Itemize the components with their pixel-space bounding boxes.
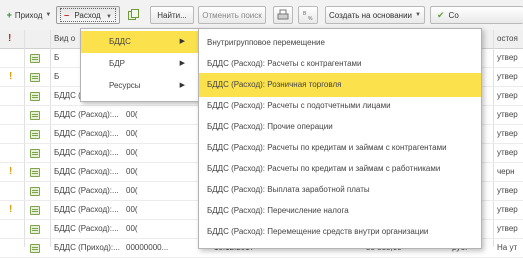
row-status: утвер <box>497 129 518 138</box>
submenu-item-label: БДДС <box>109 37 131 46</box>
header-type[interactable]: Вид о <box>54 30 75 48</box>
row-type: БДДС (Расход):... <box>54 186 119 195</box>
create-based-button[interactable]: Создать на основании ▼ <box>325 6 425 24</box>
row-status: утвер <box>497 91 518 100</box>
create-submenu: БДДС ▶ БДР ▶ Ресурсы ▶ <box>80 28 200 102</box>
row-number: 00( <box>126 224 138 233</box>
filter-button[interactable]: B % <box>298 6 318 24</box>
row-number: 00( <box>126 167 138 176</box>
warning-mark: ! <box>9 204 13 215</box>
submenu-item-3[interactable]: Ресурсы ▶ <box>81 75 199 97</box>
document-icon <box>30 168 40 177</box>
submenu-item-label: БДР <box>109 59 126 68</box>
chevron-right-icon: ▶ <box>179 60 185 67</box>
row-status: утвер <box>497 148 518 157</box>
chevron-right-icon: ▶ <box>179 82 185 89</box>
bdds-item-label: БДДС (Расход): Перемещение средств внутр… <box>207 227 429 236</box>
document-icon <box>30 225 40 234</box>
document-icon <box>30 187 40 196</box>
row-status: утвер <box>497 186 518 195</box>
row-status: утвер <box>497 224 518 233</box>
clipped-label: Со <box>448 10 459 20</box>
row-type: БДДС (Расход):... <box>54 110 119 119</box>
bdds-submenu: Внутригрупповое перемещение БДДС (Расход)… <box>198 28 482 249</box>
document-icon <box>30 149 40 158</box>
row-type: БДДС (Расход):... <box>54 129 119 138</box>
find-button[interactable]: Найти... <box>150 6 194 24</box>
header-status[interactable]: остоя <box>497 30 518 48</box>
row-type: БДДС (Расход):... <box>54 205 119 214</box>
minus-icon: – <box>64 10 70 20</box>
warning-mark: ! <box>9 166 13 177</box>
document-icon <box>30 54 40 63</box>
filter-icon: B % <box>303 11 313 21</box>
document-icon <box>30 73 40 82</box>
submenu-item-2[interactable]: БДР ▶ <box>81 53 199 75</box>
prihod-button[interactable]: + Приход ▼ <box>4 6 54 24</box>
svg-text:B: B <box>303 11 307 17</box>
rashod-label: Расход <box>74 11 101 20</box>
chevron-down-icon: ▼ <box>415 12 421 18</box>
copy-icon <box>128 9 139 20</box>
print-button[interactable] <box>273 6 293 24</box>
mark-header-icon: ! <box>8 33 12 44</box>
row-number: 00( <box>126 110 138 119</box>
svg-text:%: % <box>308 16 313 21</box>
row-type: БДДС (Расход):... <box>54 148 119 157</box>
document-icon <box>30 206 40 215</box>
row-number: 00( <box>126 129 138 138</box>
document-icon <box>30 92 40 101</box>
row-status: утвер <box>497 53 518 62</box>
cancel-search-label: Отменить поиск <box>202 10 262 20</box>
warning-mark: ! <box>9 71 13 82</box>
chevron-down-icon: ▼ <box>45 12 52 18</box>
prihod-label: Приход <box>14 10 43 20</box>
submenu-item-1[interactable]: БДДС ▶ <box>81 31 199 53</box>
row-number: 00000000... <box>126 243 169 252</box>
row-number: 00( <box>126 148 138 157</box>
row-type: БДДС (Приход):... <box>54 243 120 252</box>
plus-icon: + <box>6 10 12 20</box>
row-status: На ут <box>497 243 518 252</box>
row-type: БДДС (Расход):... <box>54 167 119 176</box>
bdds-item-10[interactable]: БДДС (Расход): Перемещение средств внутр… <box>199 220 481 244</box>
row-status: утвер <box>497 110 518 119</box>
row-number: 00( <box>126 186 138 195</box>
rashod-button[interactable]: – Расход ▼ <box>56 6 120 24</box>
check-icon: ✔ <box>437 9 445 20</box>
chevron-down-icon: ▼ <box>105 14 112 20</box>
document-icon <box>30 244 40 253</box>
cancel-search-button[interactable]: Отменить поиск <box>198 6 266 24</box>
clipped-button[interactable]: ✔ Со <box>430 6 523 24</box>
copy-button[interactable] <box>124 6 142 24</box>
row-status: утвер <box>497 205 518 214</box>
toolbar: + Приход ▼ – Расход ▼ Найти... Отменить … <box>0 0 523 31</box>
printer-icon <box>277 9 289 20</box>
submenu-item-label: Ресурсы <box>109 81 141 90</box>
row-type: БДДС (Расход):... <box>54 224 119 233</box>
row-status: черн <box>497 167 515 176</box>
chevron-right-icon: ▶ <box>179 38 185 45</box>
document-icon <box>30 111 40 120</box>
document-icon <box>30 130 40 139</box>
row-number: 00( <box>126 205 138 214</box>
find-label: Найти... <box>157 10 187 20</box>
row-status: утвер <box>497 72 518 81</box>
create-based-label: Создать на основании <box>329 10 413 20</box>
